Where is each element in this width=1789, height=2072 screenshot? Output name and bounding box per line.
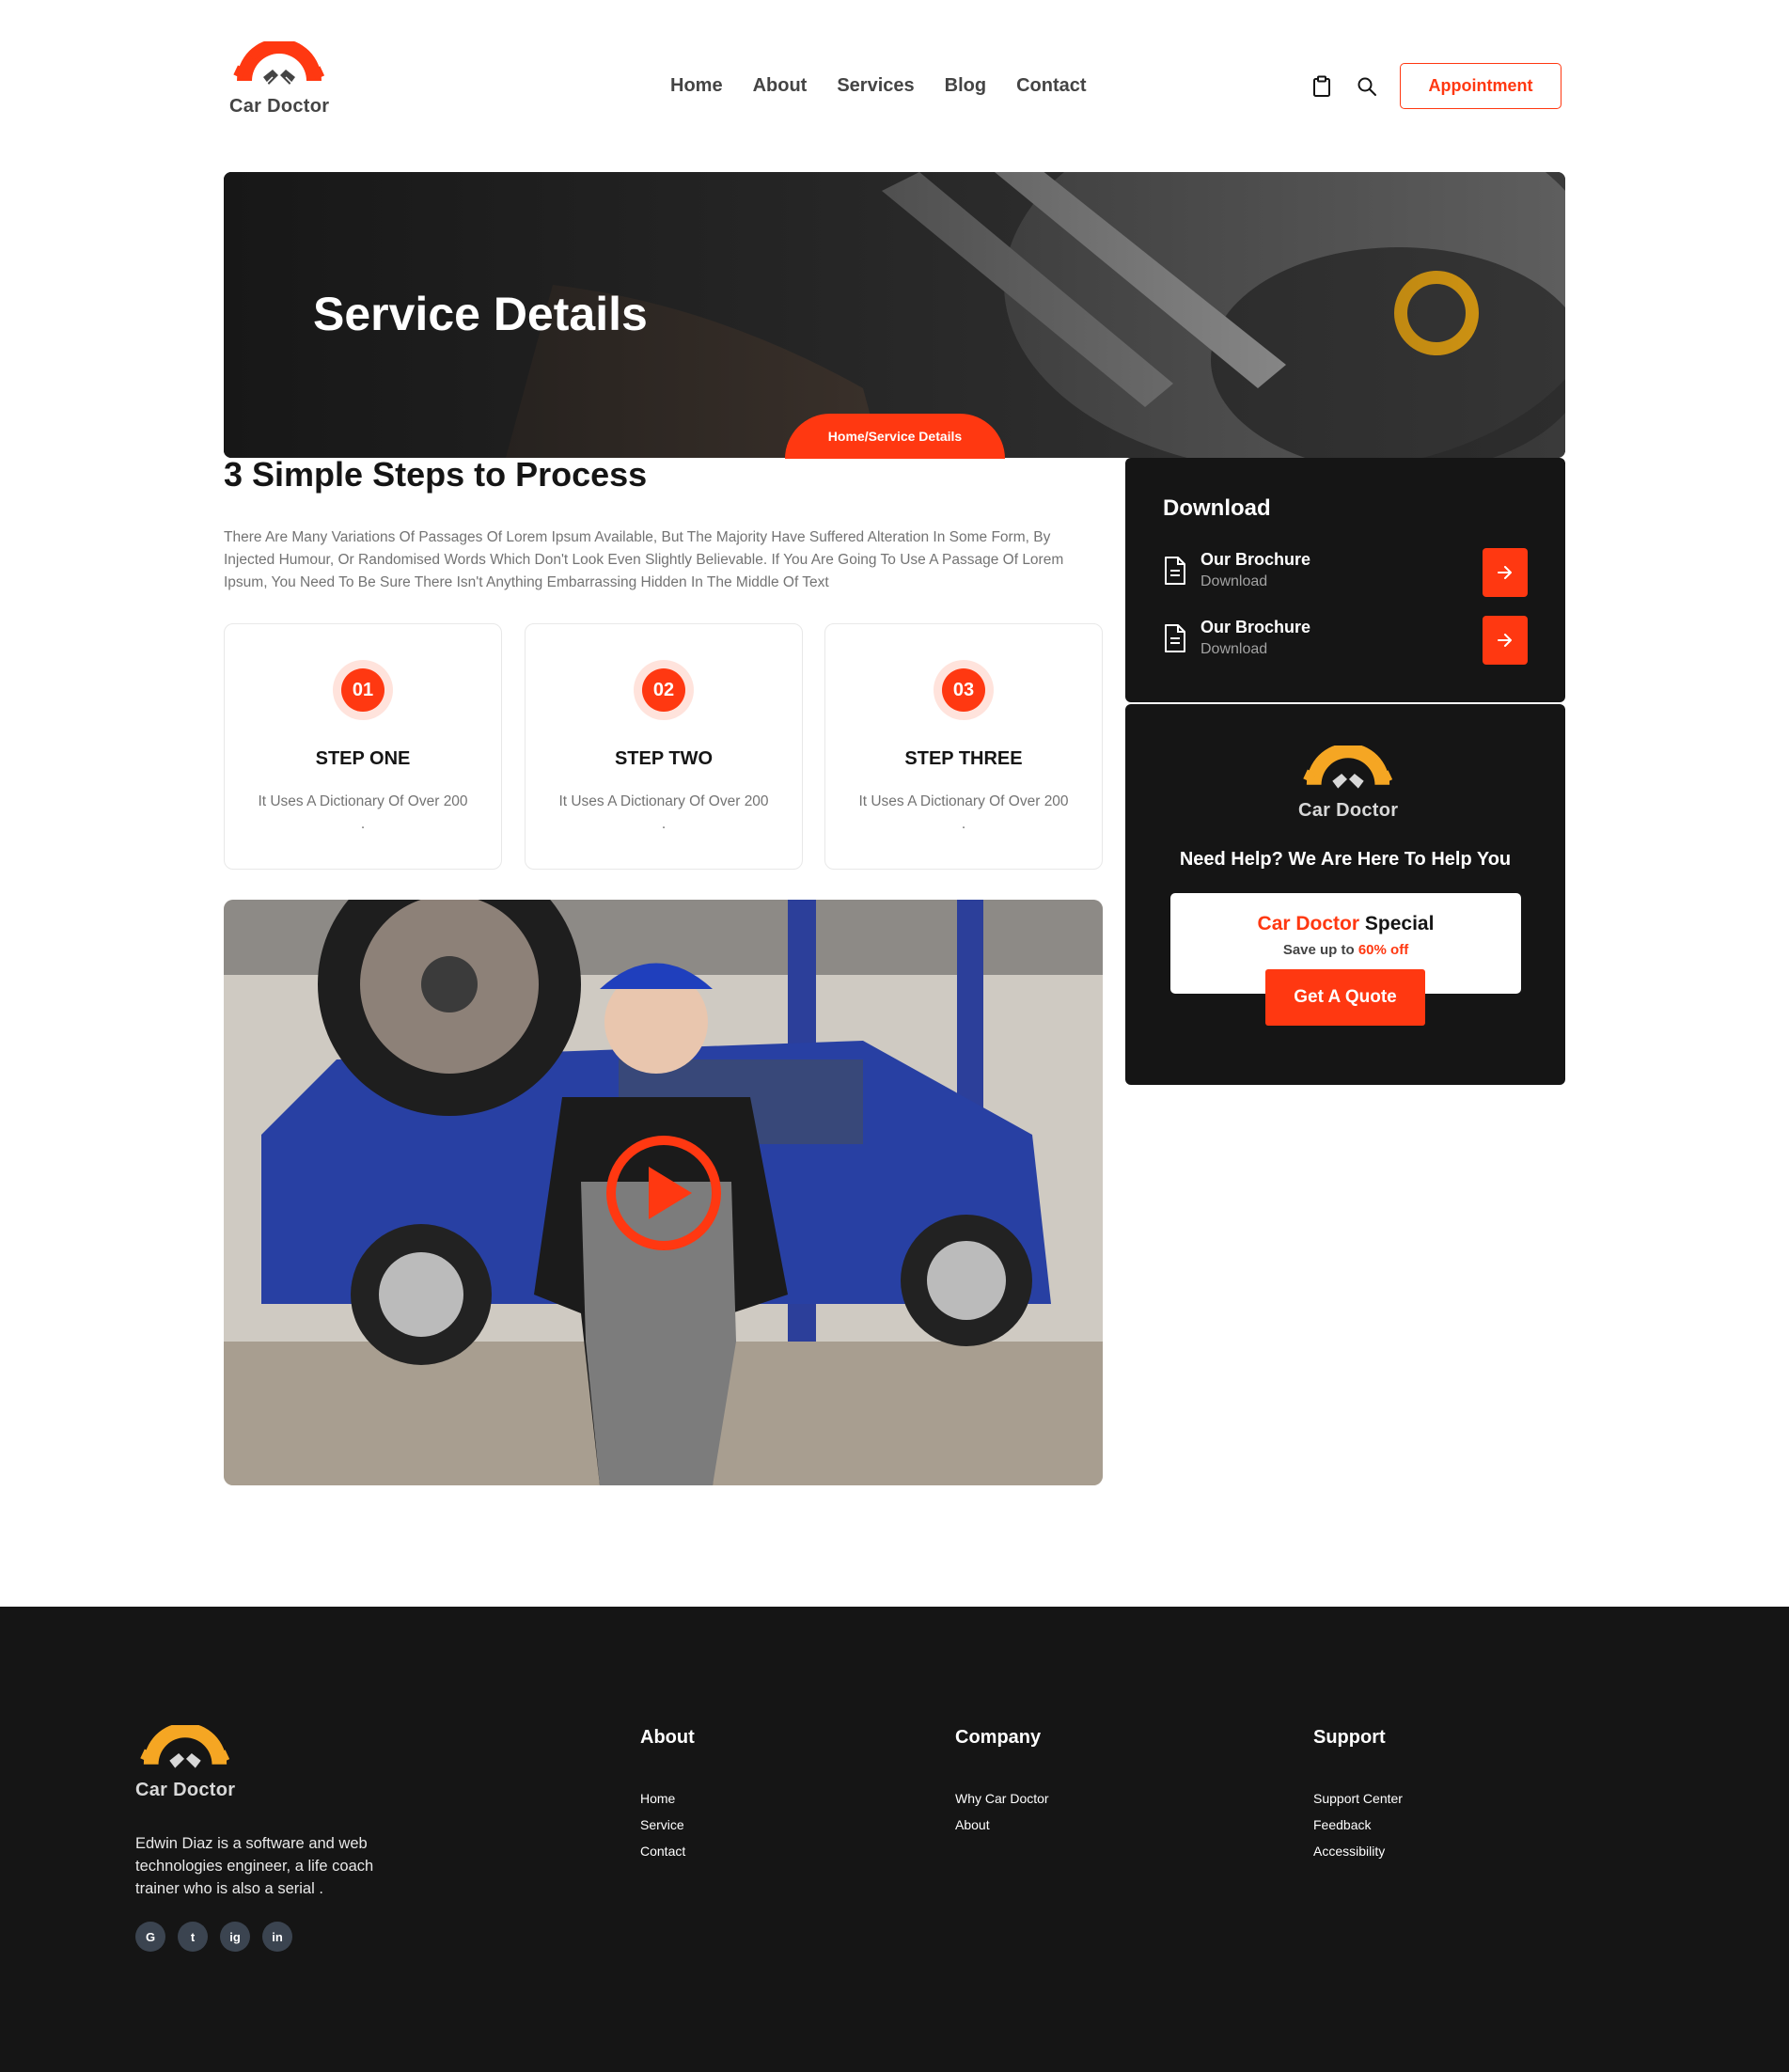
- special-brand: Car Doctor: [1257, 913, 1360, 934]
- linkedin-icon[interactable]: in: [262, 1922, 292, 1952]
- process-heading: 3 Simple Steps to Process: [224, 455, 648, 494]
- footer-link[interactable]: Home: [640, 1792, 695, 1806]
- step-card: 02 STEP TWO It Uses A Dictionary Of Over…: [525, 623, 803, 870]
- footer-column-title: Company: [955, 1727, 1042, 1748]
- nav-services[interactable]: Services: [837, 75, 914, 97]
- page-title: Service Details: [313, 288, 648, 340]
- step-number: 02: [642, 668, 685, 712]
- footer-link[interactable]: Contact: [640, 1844, 695, 1859]
- nav-contact[interactable]: Contact: [1016, 75, 1086, 97]
- footer-link[interactable]: Support Center: [1313, 1792, 1403, 1806]
- download-panel: Download Our Brochure Download Our Broch…: [1125, 458, 1565, 702]
- save-amount: 60% off: [1357, 942, 1409, 958]
- footer-logo[interactable]: Car Doctor: [135, 1725, 235, 1801]
- footer-column-title: About: [640, 1727, 695, 1748]
- step-title: STEP THREE: [904, 748, 1023, 769]
- footer-link[interactable]: Service: [640, 1818, 695, 1832]
- help-heading: Need Help? We Are Here To Help You: [1179, 849, 1512, 870]
- gear-logo-icon: [140, 1725, 230, 1768]
- logo-text: Car Doctor: [229, 96, 330, 117]
- footer-column-support: Support Support Center Feedback Accessib…: [1313, 1727, 1403, 1871]
- search-icon[interactable]: [1355, 74, 1379, 99]
- main-nav: Home About Services Blog Contact: [670, 75, 1087, 97]
- google-icon[interactable]: G: [135, 1922, 165, 1952]
- nav-about[interactable]: About: [753, 75, 808, 97]
- save-text: Save up to: [1282, 942, 1355, 958]
- arrow-right-icon: [1498, 566, 1512, 579]
- social-links: G t ig in: [135, 1922, 292, 1952]
- footer-link[interactable]: About: [955, 1818, 1049, 1832]
- footer-column-company: Company Why Car Doctor About: [955, 1727, 1049, 1844]
- special-word: Special: [1364, 913, 1435, 934]
- footer-column-title: Support: [1313, 1727, 1386, 1748]
- get-quote-button[interactable]: Get A Quote: [1265, 969, 1425, 1026]
- step-card: 03 STEP THREE It Uses A Dictionary Of Ov…: [824, 623, 1103, 870]
- footer-link[interactable]: Accessibility: [1313, 1844, 1403, 1859]
- download-button[interactable]: [1483, 616, 1528, 665]
- document-icon: [1165, 557, 1185, 585]
- twitter-icon[interactable]: t: [178, 1922, 208, 1952]
- download-item-sub: Download: [1201, 641, 1268, 657]
- nav-home[interactable]: Home: [670, 75, 723, 97]
- step-title: STEP ONE: [315, 748, 411, 769]
- appointment-button[interactable]: Appointment: [1400, 63, 1561, 109]
- instagram-icon[interactable]: ig: [220, 1922, 250, 1952]
- download-item-name: Our Brochure: [1201, 618, 1311, 636]
- play-icon: [606, 1136, 721, 1250]
- breadcrumb[interactable]: Home/Service Details: [785, 414, 1005, 459]
- special-title: Car Doctor Special: [1170, 913, 1521, 935]
- logo-text: Car Doctor: [1298, 800, 1399, 821]
- step-title: STEP TWO: [614, 748, 714, 769]
- header-tools: Appointment: [1310, 63, 1561, 109]
- step-number-badge: 02: [634, 660, 694, 720]
- help-logo: Car Doctor: [1298, 746, 1398, 822]
- step-text: It Uses A Dictionary Of Over 200 .: [258, 793, 468, 832]
- download-item: Our Brochure Download: [1163, 548, 1528, 599]
- document-icon: [1165, 624, 1185, 652]
- step-number-badge: 03: [934, 660, 994, 720]
- footer-link[interactable]: Feedback: [1313, 1818, 1403, 1832]
- step-text: It Uses A Dictionary Of Over 200 .: [558, 793, 769, 832]
- download-button[interactable]: [1483, 548, 1528, 597]
- footer: Car Doctor Edwin Diaz is a software and …: [0, 1607, 1789, 2072]
- help-panel: Car Doctor Need Help? We Are Here To Hel…: [1125, 704, 1565, 1085]
- play-button[interactable]: [605, 1135, 722, 1251]
- gear-logo-icon: [233, 41, 325, 86]
- download-item-name: Our Brochure: [1201, 550, 1311, 569]
- process-description: There Are Many Variations Of Passages Of…: [224, 529, 1064, 590]
- step-text: It Uses A Dictionary Of Over 200 .: [858, 793, 1069, 832]
- special-subtitle: Save up to 60% off: [1170, 942, 1521, 958]
- gear-logo-icon: [1303, 746, 1393, 789]
- service-video: [224, 900, 1103, 1485]
- footer-column-about: About Home Service Contact: [640, 1727, 695, 1871]
- step-card: 01 STEP ONE It Uses A Dictionary Of Over…: [224, 623, 502, 870]
- clipboard-icon[interactable]: [1310, 74, 1334, 99]
- download-item: Our Brochure Download: [1163, 616, 1528, 667]
- download-title: Download: [1163, 495, 1271, 521]
- arrow-right-icon: [1498, 634, 1512, 647]
- step-number: 03: [942, 668, 985, 712]
- footer-about-text: Edwin Diaz is a software and web technol…: [135, 1835, 374, 1897]
- logo-text: Car Doctor: [135, 1780, 236, 1800]
- footer-link[interactable]: Why Car Doctor: [955, 1792, 1049, 1806]
- download-item-sub: Download: [1201, 573, 1268, 589]
- step-number: 01: [341, 668, 384, 712]
- header-logo[interactable]: Car Doctor: [229, 41, 329, 118]
- step-number-badge: 01: [333, 660, 393, 720]
- nav-blog[interactable]: Blog: [945, 75, 986, 97]
